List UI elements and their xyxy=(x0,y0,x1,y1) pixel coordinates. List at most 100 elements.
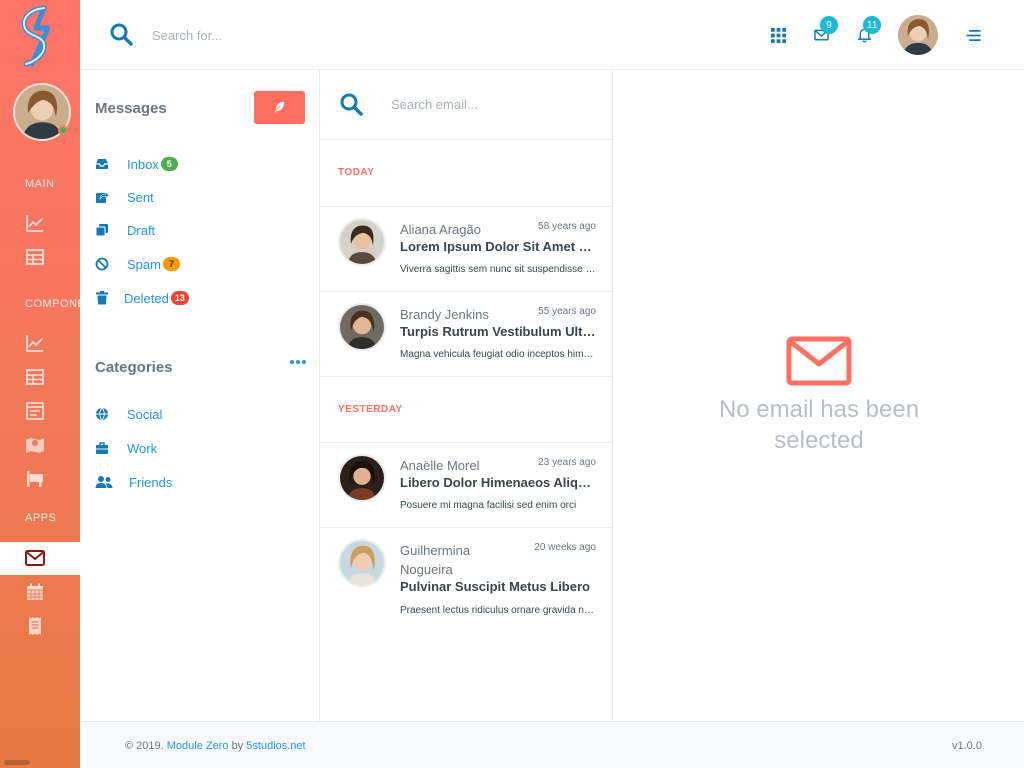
menu-toggle-button[interactable] xyxy=(962,24,984,46)
email-preview: Posuere mi magna facilisi sed enim orci xyxy=(400,500,577,511)
table-icon[interactable] xyxy=(24,246,46,268)
folder-sent[interactable]: Sent xyxy=(95,186,154,208)
receipt-icon[interactable] xyxy=(24,615,46,637)
footer-copyright: © 2019. Module Zero by 5studios.net xyxy=(125,740,306,752)
email-row[interactable]: Aliana Aragão 58 years ago Lorem Ipsum D… xyxy=(320,207,612,292)
sidebar-item-mail[interactable] xyxy=(0,542,80,575)
inbox-count-badge: 5 xyxy=(160,157,178,171)
users-icon xyxy=(95,475,113,489)
folder-label: Inbox xyxy=(127,156,159,172)
table-icon[interactable] xyxy=(24,366,46,388)
sign-icon[interactable] xyxy=(24,468,46,490)
notification-count-badge: 11 xyxy=(863,16,882,34)
envelope-icon xyxy=(25,550,45,566)
calendar-icon[interactable] xyxy=(24,581,46,603)
folder-label: Sent xyxy=(127,189,154,205)
email-search-input[interactable] xyxy=(391,92,591,116)
form-icon[interactable] xyxy=(24,400,46,422)
folder-label: Spam xyxy=(127,256,161,272)
copyright-text: © 2019. xyxy=(125,740,164,752)
search-icon[interactable] xyxy=(109,22,133,46)
folder-label: Draft xyxy=(127,222,156,238)
online-status-dot xyxy=(58,125,68,135)
share-icon xyxy=(95,190,109,204)
email-subject: Lorem Ipsum Dolor Sit Amet Consectetur xyxy=(400,239,596,254)
sidebar-section-components: COMPONENTS xyxy=(25,298,80,310)
sender-name: Anaëlle Morel xyxy=(400,458,480,473)
deleted-count-badge: 13 xyxy=(170,291,189,305)
email-subject: Turpis Rutrum Vestibulum Ultrices xyxy=(400,324,596,339)
globe-icon xyxy=(95,407,109,421)
notifications-button[interactable]: 11 xyxy=(853,16,882,46)
sidebar-section-main: MAIN xyxy=(25,178,55,190)
trash-icon xyxy=(95,291,109,305)
grid-icon xyxy=(770,27,786,43)
mail-button[interactable]: 9 xyxy=(810,16,838,46)
user-avatar[interactable] xyxy=(898,15,938,55)
search-icon[interactable] xyxy=(339,92,363,116)
version-label: v1.0.0 xyxy=(952,740,982,752)
copy-icon xyxy=(95,223,109,237)
folder-inbox[interactable]: Inbox 5 xyxy=(95,153,178,175)
email-subject: Libero Dolor Himenaeos Aliquet xyxy=(400,475,596,490)
sender-avatar xyxy=(338,218,386,266)
chart-line-icon[interactable] xyxy=(24,212,46,234)
email-time: 23 years ago xyxy=(538,457,596,468)
category-label: Work xyxy=(127,440,158,456)
sender-name: Guilhermina Nogueira xyxy=(400,543,471,577)
briefcase-icon xyxy=(95,441,109,455)
spam-count-badge: 7 xyxy=(162,257,180,271)
email-preview: Magna vehicula feugiat odio inceptos him… xyxy=(400,349,596,360)
category-work[interactable]: Work xyxy=(95,437,157,459)
category-social[interactable]: Social xyxy=(95,403,162,425)
topbar: 9 11 xyxy=(80,0,1024,70)
map-marker-icon[interactable] xyxy=(24,434,46,456)
sender-name: Aliana Aragão xyxy=(400,222,481,237)
group-label-today: TODAY xyxy=(338,167,375,178)
menu-icon xyxy=(965,29,981,41)
email-detail-panel: No email has been selected xyxy=(613,70,1024,721)
global-search-input[interactable] xyxy=(152,22,452,48)
folder-label: Deleted xyxy=(124,290,169,306)
email-time: 20 weeks ago xyxy=(534,542,596,553)
compose-button[interactable] xyxy=(254,91,305,124)
email-time: 58 years ago xyxy=(538,221,596,232)
category-friends[interactable]: Friends xyxy=(95,471,172,493)
by-text: by xyxy=(231,740,244,752)
logo-icon[interactable] xyxy=(14,4,62,68)
apps-grid-button[interactable] xyxy=(767,24,789,46)
folder-deleted[interactable]: Deleted 13 xyxy=(95,287,189,309)
mail-folders-panel: Messages Inbox 5 Sent Draft Spam 7 Delet… xyxy=(80,70,320,721)
email-preview: Viverra sagittis sem nunc sit suspendiss… xyxy=(400,264,596,275)
email-preview: Praesent lectus ridiculus ornare gravida… xyxy=(400,605,596,616)
folder-draft[interactable]: Draft xyxy=(95,219,155,241)
categories-title: Categories xyxy=(95,359,173,376)
folder-spam[interactable]: Spam 7 xyxy=(95,253,180,275)
category-label: Social xyxy=(127,406,163,422)
ban-icon xyxy=(95,257,109,271)
messages-title: Messages xyxy=(95,100,167,117)
email-search-bar xyxy=(320,70,612,140)
sidebar-scrollbar[interactable] xyxy=(4,760,30,765)
email-time: 55 years ago xyxy=(538,306,596,317)
company-link[interactable]: 5studios.net xyxy=(246,740,305,752)
email-row[interactable]: Brandy Jenkins 55 years ago Turpis Rutru… xyxy=(320,292,612,377)
sidebar-section-apps: APPS xyxy=(25,512,57,524)
product-link[interactable]: Module Zero xyxy=(167,740,229,752)
sender-avatar xyxy=(338,454,386,502)
category-label: Friends xyxy=(129,474,173,490)
sender-avatar xyxy=(338,539,386,587)
inbox-icon xyxy=(95,157,109,171)
sender-name: Brandy Jenkins xyxy=(400,307,489,322)
email-row[interactable]: Anaëlle Morel 23 years ago Libero Dolor … xyxy=(320,443,612,528)
categories-more-button[interactable] xyxy=(290,357,306,367)
sender-avatar xyxy=(338,303,386,351)
email-row[interactable]: Guilhermina Nogueira 20 weeks ago Pulvin… xyxy=(320,528,612,628)
email-list-panel: TODAY Aliana Aragão 58 years ago Lorem I… xyxy=(320,70,613,721)
group-label-yesterday: YESTERDAY xyxy=(338,404,403,415)
footer: © 2019. Module Zero by 5studios.net v1.0… xyxy=(80,721,1024,768)
chart-line-icon[interactable] xyxy=(24,332,46,354)
empty-state-message: No email has been selected xyxy=(718,396,920,454)
sidebar: MAIN COMPONENTS APPS xyxy=(0,0,80,768)
mail-count-badge: 9 xyxy=(820,16,838,34)
